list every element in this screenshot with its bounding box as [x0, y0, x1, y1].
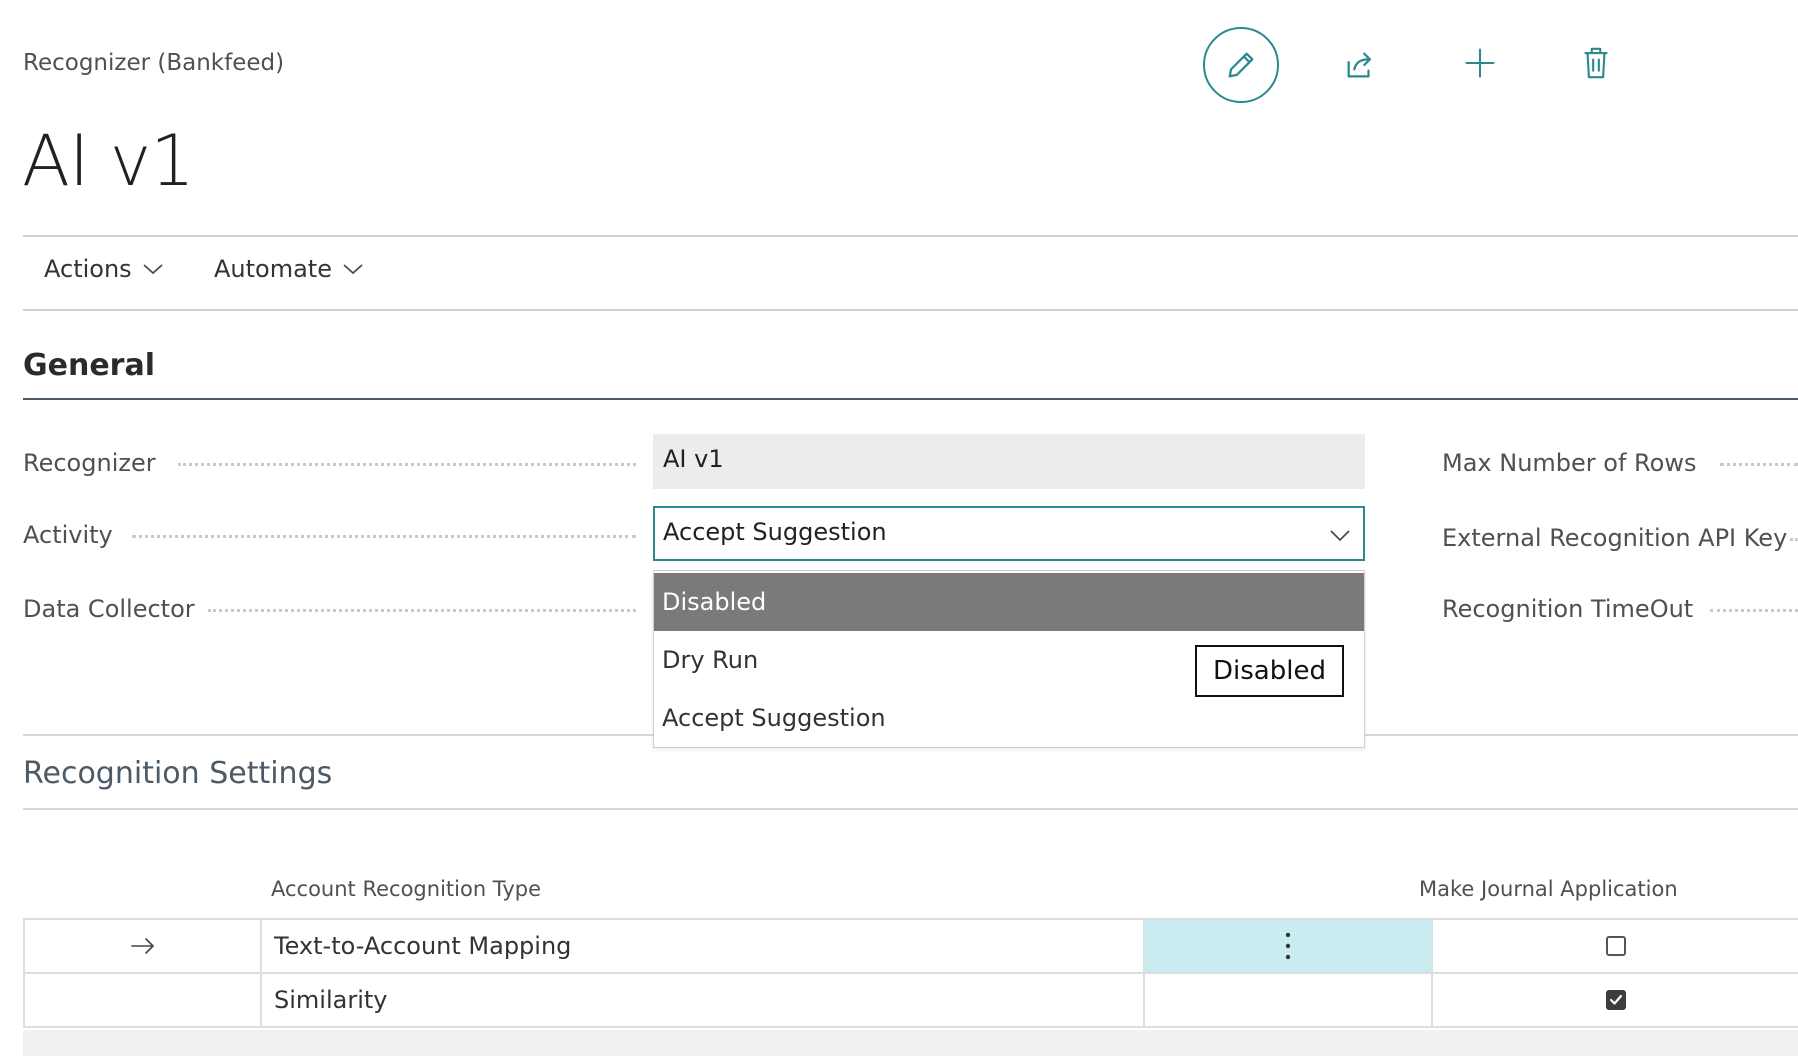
type-cell[interactable]: Text-to-Account Mapping	[260, 920, 1143, 972]
dropdown-option-accept-suggestion[interactable]: Accept Suggestion	[654, 689, 1364, 747]
chevron-down-icon	[343, 264, 363, 275]
activity-select[interactable]: Accept Suggestion	[653, 506, 1365, 561]
make-journal-cell[interactable]	[1431, 920, 1798, 972]
actionbar-divider-bottom	[23, 309, 1798, 311]
grid-footer-band	[23, 1030, 1798, 1056]
automate-menu-label: Automate	[214, 255, 332, 283]
row-actions-cell[interactable]	[1143, 920, 1431, 972]
chevron-down-icon	[143, 264, 163, 275]
general-section-title[interactable]: General	[23, 348, 155, 383]
actions-menu-label: Actions	[44, 255, 132, 283]
chevron-down-icon	[1330, 530, 1350, 542]
make-journal-cell[interactable]	[1431, 974, 1798, 1026]
edit-button[interactable]	[1203, 27, 1279, 103]
row-indicator-cell[interactable]	[23, 920, 260, 972]
timeout-dots	[1710, 609, 1798, 612]
table-row[interactable]: Text-to-Account Mapping	[23, 920, 1798, 974]
recognizer-label: Recognizer	[23, 449, 156, 477]
row-indicator-cell[interactable]	[23, 974, 260, 1026]
arrow-right-icon	[130, 938, 154, 954]
automate-menu[interactable]: Automate	[214, 255, 364, 283]
actions-menu[interactable]: Actions	[44, 255, 164, 283]
dropdown-option-disabled[interactable]: Disabled	[654, 573, 1364, 631]
share-icon	[1347, 52, 1372, 78]
table-row[interactable]: Similarity	[23, 974, 1798, 1028]
activity-dots	[132, 535, 636, 538]
max-rows-label: Max Number of Rows	[1442, 449, 1697, 477]
share-button[interactable]	[1322, 27, 1398, 103]
page-title: AI v1	[22, 120, 195, 202]
activity-label: Activity	[23, 521, 113, 549]
data-collector-dots	[208, 609, 636, 612]
api-key-dots	[1790, 538, 1798, 541]
actionbar-divider-top	[23, 235, 1798, 237]
pencil-icon	[1228, 52, 1254, 78]
type-cell[interactable]: Similarity	[260, 974, 1143, 1026]
breadcrumb: Recognizer (Bankfeed)	[23, 50, 285, 76]
column-header-type[interactable]: Account Recognition Type	[271, 877, 541, 901]
api-key-label: External Recognition API Key	[1442, 524, 1788, 552]
recognizer-value: AI v1	[653, 434, 1365, 489]
delete-button[interactable]	[1558, 25, 1634, 101]
plus-icon	[1465, 48, 1495, 78]
recognizer-dots	[178, 463, 636, 466]
recognition-settings-title[interactable]: Recognition Settings	[23, 756, 332, 791]
data-collector-label: Data Collector	[23, 595, 195, 623]
recognition-section-divider-bottom	[23, 808, 1798, 810]
general-section-divider	[23, 398, 1798, 400]
trash-icon	[1584, 47, 1608, 79]
activity-select-value: Accept Suggestion	[663, 518, 887, 546]
new-button[interactable]	[1442, 25, 1518, 101]
make-journal-checkbox[interactable]	[1605, 990, 1626, 1010]
make-journal-checkbox[interactable]	[1605, 936, 1626, 956]
timeout-label: Recognition TimeOut	[1442, 595, 1694, 623]
checkmark-icon	[1609, 994, 1622, 1005]
tooltip: Disabled	[1195, 645, 1344, 697]
column-header-make-journal[interactable]: Make Journal Application	[1419, 877, 1678, 901]
more-vertical-icon	[1285, 932, 1291, 960]
row-actions-cell[interactable]	[1143, 974, 1431, 1026]
max-rows-dots	[1720, 463, 1798, 466]
